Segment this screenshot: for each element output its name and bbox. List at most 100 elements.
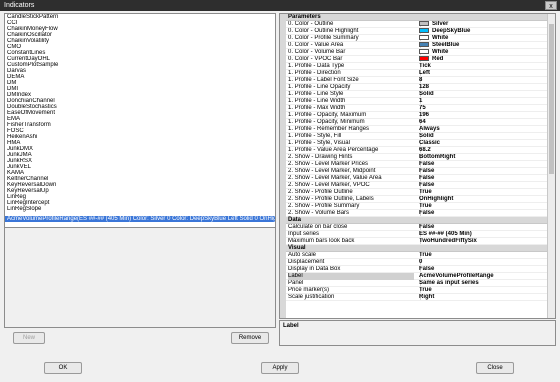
property-value[interactable]: Left	[419, 70, 547, 77]
property-category[interactable]: Visual	[286, 245, 547, 252]
property-row[interactable]: 0. Color - Outline Highlight DeepSkyBlue	[286, 28, 547, 35]
property-row[interactable]: Calculate on bar close False	[286, 224, 547, 231]
property-row[interactable]: 1. Profile - Data Type Tick	[286, 63, 547, 70]
property-row[interactable]: 0. Color - Volume Bar White	[286, 49, 547, 56]
property-value[interactable]: 68.2	[419, 147, 547, 154]
property-row[interactable]: 2. Show - Volume Bars False	[286, 210, 547, 217]
new-button[interactable]: New	[13, 332, 45, 344]
property-value[interactable]: False	[419, 161, 547, 168]
configured-indicator-item[interactable]: AcmeVolumeProfileRange(ES ##-## (405 Min…	[5, 216, 275, 222]
property-value[interactable]: 75	[419, 105, 547, 112]
property-value[interactable]: False	[419, 182, 547, 189]
property-value[interactable]: Right	[419, 294, 547, 301]
property-value-text: OnHighlight	[419, 196, 454, 202]
property-value[interactable]: False	[419, 266, 547, 273]
property-value[interactable]: Same as input series	[419, 280, 547, 287]
property-value[interactable]: Classic	[419, 140, 547, 147]
property-value[interactable]: False	[419, 168, 547, 175]
property-value[interactable]: White	[419, 35, 547, 42]
scrollbar-thumb[interactable]	[549, 24, 554, 174]
property-value-text: False	[419, 182, 435, 188]
property-row[interactable]: 0. Color - Profile Summary White	[286, 35, 547, 42]
property-row[interactable]: 2. Show - Profile Outline True	[286, 189, 547, 196]
property-row[interactable]: 1. Profile - Opacity, Minimum 64	[286, 119, 547, 126]
property-row[interactable]: Auto scale True	[286, 252, 547, 259]
property-category[interactable]: Data	[286, 217, 547, 224]
property-value-text: True	[419, 203, 432, 209]
property-row[interactable]: Panel Same as input series	[286, 280, 547, 287]
property-row[interactable]: 2. Show - Profile Summary True	[286, 203, 547, 210]
property-value[interactable]: DeepSkyBlue	[419, 28, 547, 35]
property-row[interactable]: Price marker(s) True	[286, 287, 547, 294]
property-row[interactable]: 2. Show - Level Marker, Midpoint False	[286, 168, 547, 175]
property-value-text: True	[419, 252, 432, 258]
property-value[interactable]: Solid	[419, 91, 547, 98]
property-value[interactable]: OnHighlight	[419, 196, 547, 203]
property-category[interactable]: Parameters	[286, 14, 547, 21]
property-value[interactable]: Red	[419, 56, 547, 63]
property-value[interactable]: 8	[419, 77, 547, 84]
property-value[interactable]: False	[419, 175, 547, 182]
property-value[interactable]: SteelBlue	[419, 42, 547, 49]
property-name: 0. Color - Value Area	[288, 42, 344, 48]
property-row[interactable]: Displacement 0	[286, 259, 547, 266]
property-value[interactable]: 1	[419, 98, 547, 105]
property-value-text: Red	[432, 56, 444, 62]
property-value[interactable]: 196	[419, 112, 547, 119]
property-row[interactable]: 1. Profile - Line Style Solid	[286, 91, 547, 98]
property-row[interactable]: Input series ES ##-## (405 Min)	[286, 231, 547, 238]
property-value[interactable]: BottomRight	[419, 154, 547, 161]
property-row[interactable]: 2. Show - Drawing Hints BottomRight	[286, 154, 547, 161]
property-name: 0. Color - Profile Summary	[288, 35, 359, 41]
property-value[interactable]: Always	[419, 126, 547, 133]
close-button[interactable]: Close	[476, 362, 514, 374]
property-value[interactable]: False	[419, 224, 547, 231]
property-value[interactable]: ES ##-## (405 Min)	[419, 231, 547, 238]
property-row[interactable]: 1. Profile - Line Width 1	[286, 98, 547, 105]
property-value-text: Always	[419, 126, 440, 132]
property-row[interactable]: 2. Show - Profile Outline, Labels OnHighl…	[286, 196, 547, 203]
property-name: Displacement	[288, 259, 325, 265]
property-value[interactable]: TwoHundredFiftySix	[419, 238, 547, 245]
property-row[interactable]: 0. Color - VPOC Bar Red	[286, 56, 547, 63]
property-row[interactable]: 1. Profile - Value Area Percentage 68.2	[286, 147, 547, 154]
ok-button[interactable]: OK	[44, 362, 82, 374]
property-row[interactable]: Display in Data Box False	[286, 266, 547, 273]
property-row[interactable]: 1. Profile - Label Font Size 8	[286, 77, 547, 84]
property-row[interactable]: Label AcmeVolumeProfileRange	[286, 273, 547, 280]
property-value[interactable]: 0	[419, 259, 547, 266]
property-row[interactable]: 1. Profile - Style, Fill Solid	[286, 133, 547, 140]
property-value-text: True	[419, 287, 432, 293]
indicator-list[interactable]: CandleStickPattern CCI ChaikinMoneyFlow Cha…	[4, 13, 276, 228]
property-row[interactable]: 2. Show - Level Marker Prices False	[286, 161, 547, 168]
property-row[interactable]: 1. Profile - Line Opacity 128	[286, 84, 547, 91]
property-row[interactable]: 1. Profile - Opacity, Maximum 196	[286, 112, 547, 119]
property-value[interactable]: False	[419, 210, 547, 217]
property-row[interactable]: 1. Profile - Remember Ranges Always	[286, 126, 547, 133]
property-row[interactable]: 2. Show - Level Marker, Value Area False	[286, 175, 547, 182]
property-row[interactable]: 0. Color - Value Area SteelBlue	[286, 42, 547, 49]
window-close-button[interactable]: x	[545, 1, 557, 10]
property-row[interactable]: 1. Profile - Max Width 75	[286, 105, 547, 112]
property-row[interactable]: 2. Show - Level Marker, VPOC False	[286, 182, 547, 189]
property-value[interactable]: 64	[419, 119, 547, 126]
property-value[interactable]: True	[419, 287, 547, 294]
property-value[interactable]: True	[419, 203, 547, 210]
property-value[interactable]: Solid	[419, 133, 547, 140]
property-value[interactable]: True	[419, 252, 547, 259]
property-name: 2. Show - Level Marker Prices	[288, 161, 369, 167]
property-value[interactable]: White	[419, 49, 547, 56]
property-row[interactable]: 1. Profile - Style, Visual Classic	[286, 140, 547, 147]
property-value[interactable]: 128	[419, 84, 547, 91]
property-value[interactable]: True	[419, 189, 547, 196]
property-row[interactable]: Scale justification Right	[286, 294, 547, 301]
property-value[interactable]: Silver	[419, 21, 547, 28]
property-value[interactable]: Tick	[419, 63, 547, 70]
property-row[interactable]: Maximum bars look back TwoHundredFiftySix	[286, 238, 547, 245]
property-row[interactable]: 1. Profile - Direction Left	[286, 70, 547, 77]
property-scrollbar[interactable]	[547, 14, 555, 318]
property-value[interactable]: AcmeVolumeProfileRange	[419, 273, 547, 280]
apply-button[interactable]: Apply	[261, 362, 299, 374]
property-row[interactable]: 0. Color - Outline Silver	[286, 21, 547, 28]
remove-button[interactable]: Remove	[231, 332, 269, 344]
